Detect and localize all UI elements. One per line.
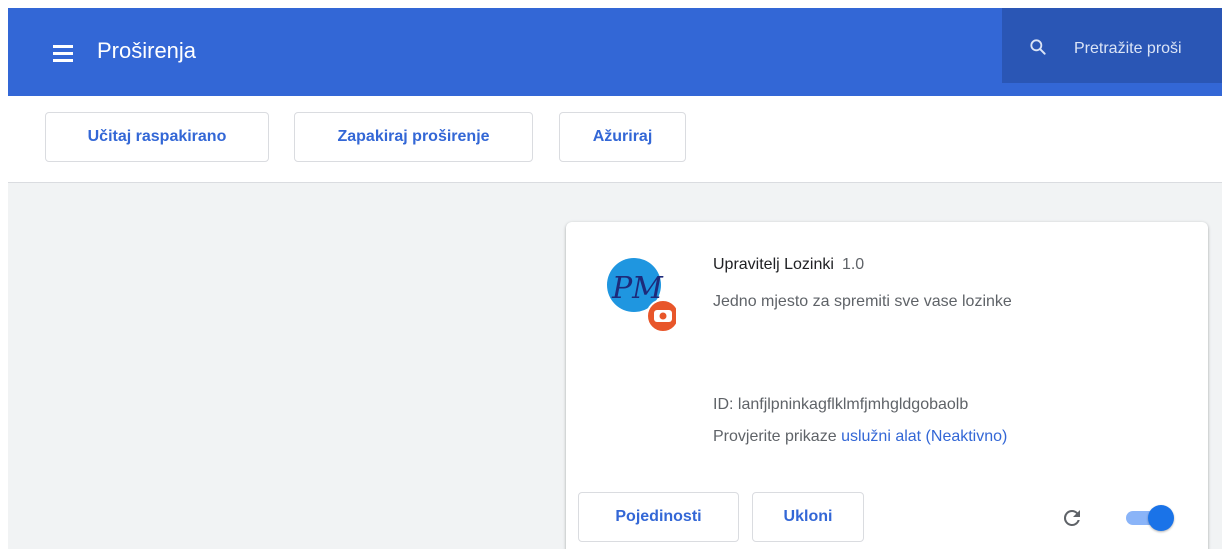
extensions-page: Proširenja Pretražite proši Učitaj raspa… [0,0,1222,549]
search-input[interactable]: Pretražite proši [1074,40,1182,58]
toggle-thumb [1148,505,1174,531]
extension-id: ID: lanfjlpninkagflklmfjmhgldgobaolb [713,396,969,413]
load-unpacked-button[interactable]: Učitaj raspakirano [45,112,269,162]
update-button[interactable]: Ažuriraj [559,112,686,162]
header-bar: Proširenja Pretražite proši [8,8,1222,96]
inspect-views: Provjerite prikaze uslužni alat (Neaktiv… [713,428,1007,446]
details-button[interactable]: Pojedinosti [578,492,739,542]
extension-version: 1.0 [841,256,865,273]
remove-button[interactable]: Ukloni [752,492,864,542]
search-icon [1030,39,1046,55]
extension-logo-icon: PM [607,258,676,332]
pack-extension-button[interactable]: Zapakiraj proširenje [294,112,533,162]
inspect-views-label: Provjerite prikaze [713,428,837,445]
menu-icon[interactable] [50,42,76,64]
top-strip [0,0,1222,8]
left-strip [0,8,8,549]
developer-toolbar: Učitaj raspakirano Zapakiraj proširenje … [8,96,1222,183]
reload-icon[interactable] [1060,506,1084,530]
page-title: Proširenja [97,38,197,63]
extension-description: Jedno mjesto za spremiti sve vase lozink… [713,293,1012,310]
extension-name: Upravitelj Lozinki [713,256,834,273]
enable-toggle[interactable] [1126,504,1178,532]
extension-card: PM Upravitelj Lozinki 1.0 Jedno mjesto za… [566,222,1208,549]
service-worker-link[interactable]: uslužni alat (Neaktivno) [841,428,1007,445]
search-box[interactable]: Pretražite proši [1002,8,1222,83]
extension-name-line: Upravitelj Lozinki 1.0 [713,256,864,274]
